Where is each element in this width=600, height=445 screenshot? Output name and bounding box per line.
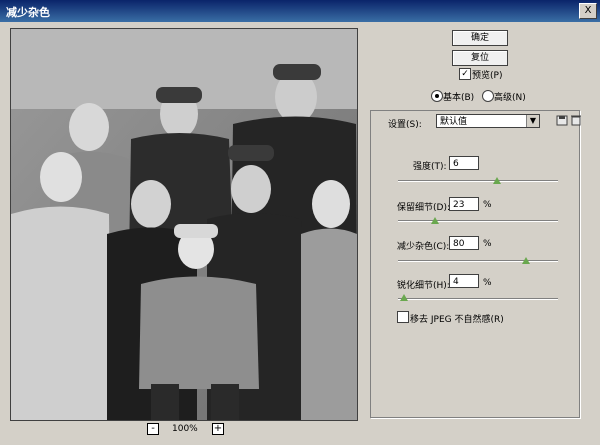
reduce-noise-track (398, 260, 558, 262)
preview-label: 预览(P) (472, 71, 503, 81)
reduce-noise-unit: % (483, 239, 492, 249)
strength-input[interactable]: 6 (449, 156, 479, 170)
remove-jpeg-checkbox[interactable] (397, 311, 409, 323)
sharpen-details-input[interactable]: 4 (449, 274, 479, 288)
sharpen-details-slider-thumb[interactable] (400, 294, 409, 301)
preserve-details-slider-thumb[interactable] (430, 217, 439, 224)
chevron-down-icon: ▼ (526, 115, 539, 127)
sharpen-details-label: 锐化细节(H): (397, 281, 450, 291)
reset-button[interactable]: 复位 (452, 50, 508, 66)
sharpen-details-track (398, 298, 558, 300)
preserve-details-unit: % (483, 200, 492, 210)
advanced-label: 高级(N) (494, 93, 526, 103)
window-title: 减少杂色 (6, 6, 50, 19)
preview-image[interactable] (10, 28, 358, 421)
strength-slider-thumb[interactable] (493, 177, 502, 184)
zoom-level: 100% (172, 424, 198, 434)
zoom-controls: - 100% + (0, 423, 370, 441)
remove-jpeg-label: 移去 JPEG 不自然感(R) (410, 315, 504, 325)
strength-label: 强度(T): (413, 162, 447, 172)
preview-checkbox[interactable]: ✓ (459, 68, 471, 80)
reduce-noise-slider-thumb[interactable] (522, 257, 530, 264)
preserve-details-label: 保留细节(D): (397, 203, 450, 213)
basic-label: 基本(B) (443, 93, 475, 103)
reduce-noise-input[interactable]: 80 (449, 236, 479, 250)
family-photo (11, 29, 357, 420)
close-button[interactable]: X (579, 3, 597, 19)
preserve-details-track (398, 220, 558, 222)
trash-icon[interactable] (571, 114, 581, 129)
strength-track (398, 180, 558, 182)
title-bar: 减少杂色 X (0, 0, 600, 22)
basic-radio[interactable] (431, 90, 443, 102)
sharpen-details-unit: % (483, 278, 492, 288)
zoom-in-button[interactable]: + (212, 423, 224, 435)
ok-button[interactable]: 确定 (452, 30, 508, 46)
settings-value: 默认值 (440, 117, 468, 127)
zoom-out-button[interactable]: - (147, 423, 159, 435)
settings-label: 设置(S): (388, 120, 422, 130)
settings-select[interactable]: 默认值 ▼ (436, 114, 540, 128)
save-preset-icon[interactable] (556, 114, 568, 129)
preserve-details-input[interactable]: 23 (449, 197, 479, 211)
reduce-noise-label: 减少杂色(C): (397, 242, 450, 252)
advanced-radio[interactable] (482, 90, 494, 102)
